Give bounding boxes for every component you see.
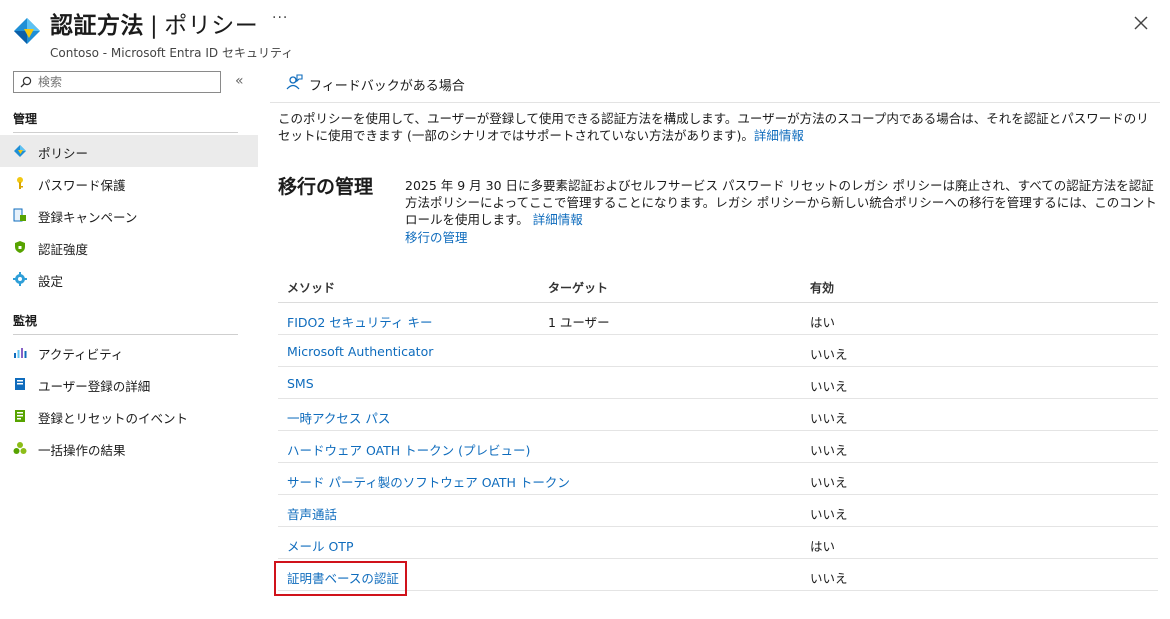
entra-logo-icon bbox=[14, 18, 40, 44]
user-registration-icon bbox=[15, 378, 25, 390]
section-divider bbox=[13, 334, 238, 335]
method-link[interactable]: SMS bbox=[287, 376, 314, 391]
sidebar-item-label: アクティビティ bbox=[38, 347, 124, 362]
enabled-cell: いいえ bbox=[810, 507, 848, 522]
key-icon bbox=[17, 177, 23, 189]
description-text: このポリシーを使用して、ユーザーが登録して使用できる認証方法を構成します。ユーザ… bbox=[278, 111, 1149, 143]
sidebar-item-registration-campaign[interactable]: 登録キャンペーン bbox=[0, 199, 258, 231]
sidebar-item-authentication-strength[interactable]: 認証強度 bbox=[0, 231, 258, 263]
search-box[interactable] bbox=[13, 71, 221, 93]
highlight-box bbox=[274, 561, 407, 596]
enabled-cell: いいえ bbox=[810, 411, 848, 426]
method-link[interactable]: サード パーティ製のソフトウェア OATH トークン bbox=[287, 472, 570, 491]
events-icon bbox=[15, 410, 25, 422]
table-row: サード パーティ製のソフトウェア OATH トークン いいえ bbox=[278, 463, 1158, 495]
campaign-icon bbox=[13, 208, 26, 222]
table-row: SMS いいえ bbox=[278, 367, 1158, 399]
page-title: 認証方法 | ポリシー bbox=[50, 13, 259, 39]
method-link[interactable]: ハードウェア OATH トークン (プレビュー) bbox=[287, 440, 530, 459]
table-row: 証明書ベースの認証 いいえ bbox=[278, 559, 1158, 591]
activity-chart-icon bbox=[14, 348, 27, 358]
migration-description: 2025 年 9 月 30 日に多要素認証およびセルフサービス パスワード リセ… bbox=[405, 177, 1160, 228]
page-subtitle: Contoso - Microsoft Entra ID セキュリティ bbox=[50, 46, 294, 60]
close-icon[interactable] bbox=[1130, 12, 1152, 34]
table-row: ハードウェア OATH トークン (プレビュー) いいえ bbox=[278, 431, 1158, 463]
shield-icon bbox=[15, 241, 25, 253]
section-title-monitoring: 監視 bbox=[13, 314, 38, 328]
sidebar-item-label: 登録とリセットのイベント bbox=[38, 411, 189, 426]
sidebar-item-activity[interactable]: アクティビティ bbox=[0, 336, 258, 368]
table-row: FIDO2 セキュリティ キー 1 ユーザー はい bbox=[278, 303, 1158, 335]
sidebar-item-label: 設定 bbox=[38, 274, 64, 289]
sidebar-item-settings[interactable]: 設定 bbox=[0, 263, 258, 295]
table-row: 一時アクセス パス いいえ bbox=[278, 399, 1158, 431]
method-link[interactable]: メール OTP bbox=[287, 536, 354, 555]
toolbar-divider bbox=[270, 102, 1160, 103]
enabled-cell: いいえ bbox=[810, 379, 848, 394]
collapse-sidebar-button[interactable]: « bbox=[235, 73, 244, 89]
migration-text: 2025 年 9 月 30 日に多要素認証およびセルフサービス パスワード リセ… bbox=[405, 178, 1157, 227]
method-link[interactable]: 音声通話 bbox=[287, 504, 337, 523]
sidebar-item-label: ユーザー登録の詳細 bbox=[38, 379, 151, 394]
manage-migration-link[interactable]: 移行の管理 bbox=[405, 227, 468, 246]
target-cell: 1 ユーザー bbox=[548, 315, 610, 330]
enabled-cell: はい bbox=[810, 315, 836, 330]
learn-more-link[interactable]: 詳細情報 bbox=[754, 128, 804, 143]
sidebar: « 管理 ポリシー パスワード保護 登録キャンペーン 認証強度 bbox=[0, 62, 260, 619]
section-divider bbox=[13, 132, 238, 133]
migration-learn-more-link[interactable]: 詳細情報 bbox=[533, 212, 583, 227]
main-content: フィードバックがある場合 このポリシーを使用して、ユーザーが登録して使用できる認… bbox=[270, 62, 1170, 619]
policy-description: このポリシーを使用して、ユーザーが登録して使用できる認証方法を構成します。ユーザ… bbox=[278, 110, 1158, 144]
search-input[interactable] bbox=[38, 73, 218, 91]
enabled-cell: いいえ bbox=[810, 443, 848, 458]
bulk-results-icon bbox=[13, 442, 27, 454]
sidebar-item-label: 認証強度 bbox=[38, 242, 89, 257]
sidebar-item-label: パスワード保護 bbox=[38, 178, 126, 193]
enabled-cell: いいえ bbox=[810, 571, 848, 586]
gear-icon bbox=[13, 272, 27, 286]
migration-title: 移行の管理 bbox=[278, 176, 374, 198]
title-block: 認証方法 | ポリシー Contoso - Microsoft Entra ID セ… bbox=[50, 6, 293, 61]
table-row: メール OTP はい bbox=[278, 527, 1158, 559]
method-link[interactable]: Microsoft Authenticator bbox=[287, 344, 433, 359]
diamond-policy-icon bbox=[14, 145, 26, 157]
enabled-cell: いいえ bbox=[810, 475, 848, 490]
sidebar-item-label: 登録キャンペーン bbox=[38, 210, 138, 225]
column-header-method[interactable]: メソッド bbox=[287, 279, 335, 296]
section-title-manage: 管理 bbox=[13, 112, 38, 126]
enabled-cell: はい bbox=[810, 539, 836, 554]
sidebar-item-label: 一括操作の結果 bbox=[38, 443, 126, 458]
enabled-cell: いいえ bbox=[810, 347, 848, 362]
sidebar-item-bulk-operation-results[interactable]: 一括操作の結果 bbox=[0, 432, 258, 464]
column-header-target[interactable]: ターゲット bbox=[548, 279, 608, 296]
sidebar-item-password-protection[interactable]: パスワード保護 bbox=[0, 167, 258, 199]
blade-header: 認証方法 | ポリシー Contoso - Microsoft Entra ID セ… bbox=[0, 0, 1170, 62]
sidebar-item-user-registration-details[interactable]: ユーザー登録の詳細 bbox=[0, 368, 258, 400]
table-row: 音声通話 いいえ bbox=[278, 495, 1158, 527]
method-link[interactable]: 一時アクセス パス bbox=[287, 408, 390, 427]
column-header-enabled[interactable]: 有効 bbox=[810, 279, 834, 296]
more-options-button[interactable]: ··· bbox=[272, 10, 288, 26]
sidebar-item-policies[interactable]: ポリシー bbox=[0, 135, 258, 167]
method-link[interactable]: FIDO2 セキュリティ キー bbox=[287, 312, 433, 331]
table-row: Microsoft Authenticator いいえ bbox=[278, 335, 1158, 367]
search-icon bbox=[20, 76, 32, 88]
feedback-label: フィードバックがある場合 bbox=[309, 79, 465, 94]
sidebar-item-registration-reset-events[interactable]: 登録とリセットのイベント bbox=[0, 400, 258, 432]
sidebar-item-label: ポリシー bbox=[38, 146, 89, 161]
feedback-icon bbox=[286, 74, 303, 90]
